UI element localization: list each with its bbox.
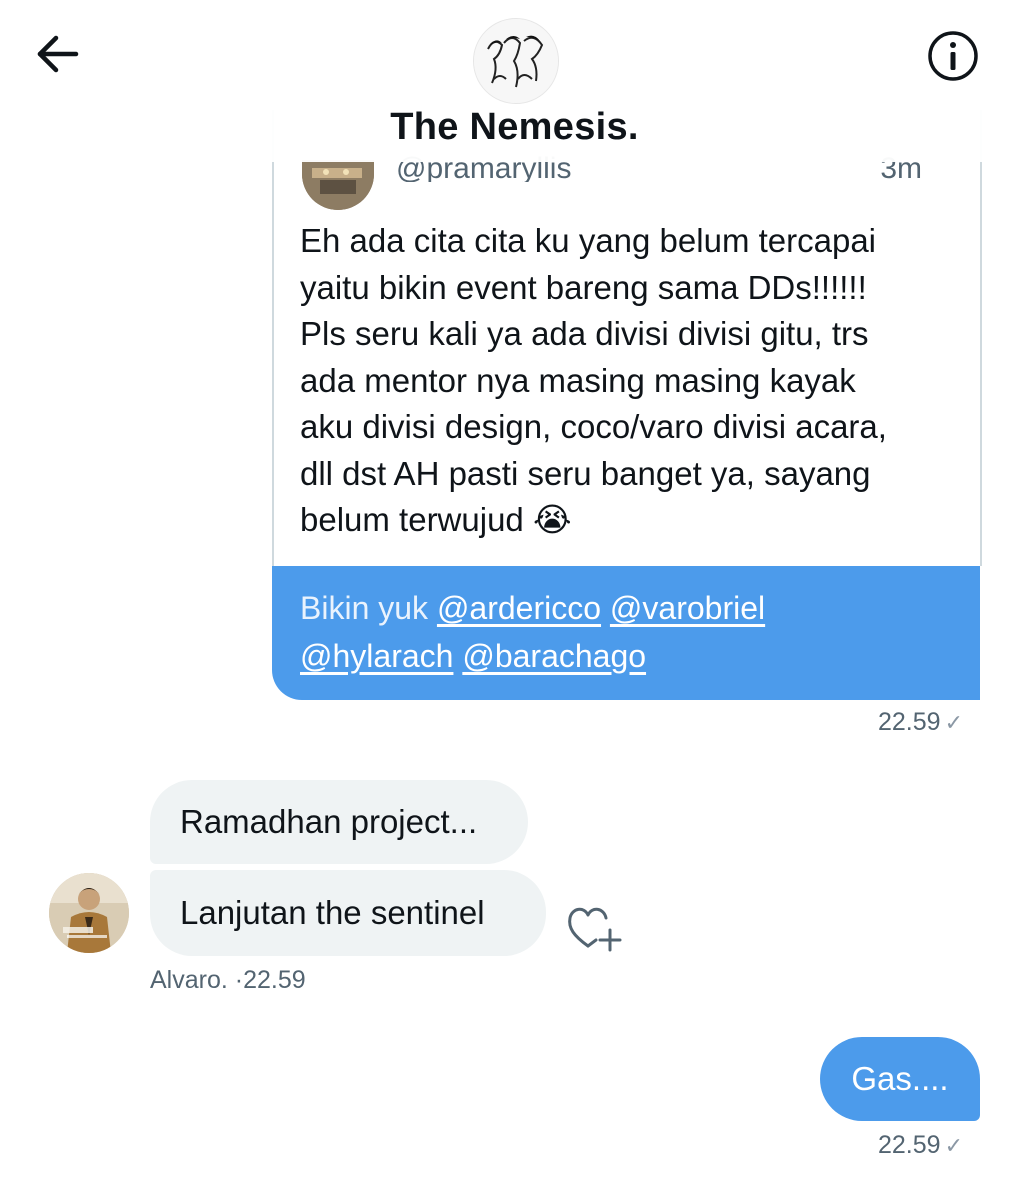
outgoing-message-bubble[interactable]: Bikin yuk @ardericco @varobriel @hylarac… — [272, 566, 980, 700]
heart-plus-icon — [568, 907, 622, 952]
incoming-message-meta: Alvaro. ·22.59 — [150, 966, 306, 995]
mention-link[interactable]: @varobriel — [610, 590, 765, 626]
info-button[interactable] — [925, 28, 981, 84]
message-timestamp: 22.59 ✓ — [878, 1131, 963, 1160]
conversation-title: The Nemesis. — [390, 106, 639, 148]
mention-link[interactable]: @barachago — [462, 638, 646, 674]
sender-name: Alvaro. — [150, 966, 228, 994]
checkmark-icon: ✓ — [944, 1133, 963, 1158]
sender-avatar[interactable] — [49, 873, 129, 953]
message-text: Ramadhan project... — [180, 803, 478, 840]
add-reaction-button[interactable] — [566, 900, 626, 954]
outgoing-message-bubble[interactable]: Gas.... — [820, 1037, 980, 1121]
mention-link[interactable]: @ardericco — [437, 590, 601, 626]
incoming-message-bubble[interactable]: Ramadhan project... — [150, 780, 528, 864]
incoming-message-bubble[interactable]: Lanjutan the sentinel — [150, 870, 546, 956]
quoted-tweet-text: Eh ada cita cita ku yang belum tercapai … — [300, 222, 887, 538]
message-text: Lanjutan the sentinel — [180, 894, 485, 931]
mention-link[interactable]: @hylarach — [300, 638, 453, 674]
conversation-header: The Nemesis. — [0, 0, 1029, 162]
info-circle-icon — [928, 31, 978, 81]
group-avatar[interactable] — [473, 18, 559, 104]
arrow-left-icon — [37, 35, 79, 73]
timestamp-text: 22.59 — [878, 708, 941, 736]
message-prefix: Bikin yuk — [300, 590, 429, 626]
checkmark-icon: ✓ — [944, 710, 963, 735]
message-text: Gas.... — [851, 1060, 949, 1097]
message-timestamp: 22.59 ✓ — [878, 708, 963, 737]
quoted-tweet-avatar — [302, 160, 374, 210]
separator-dot: · — [234, 966, 244, 994]
timestamp-text: 22.59 — [878, 1131, 941, 1159]
quoted-tweet-card[interactable]: @pramaryllis 3m Eh ada cita cita ku yang… — [272, 110, 982, 566]
back-button[interactable] — [30, 30, 86, 78]
timestamp-text: 22.59 — [243, 966, 306, 994]
message-line: @hylarach @barachago — [300, 638, 646, 675]
message-line: Bikin yuk @ardericco @varobriel — [300, 590, 765, 627]
